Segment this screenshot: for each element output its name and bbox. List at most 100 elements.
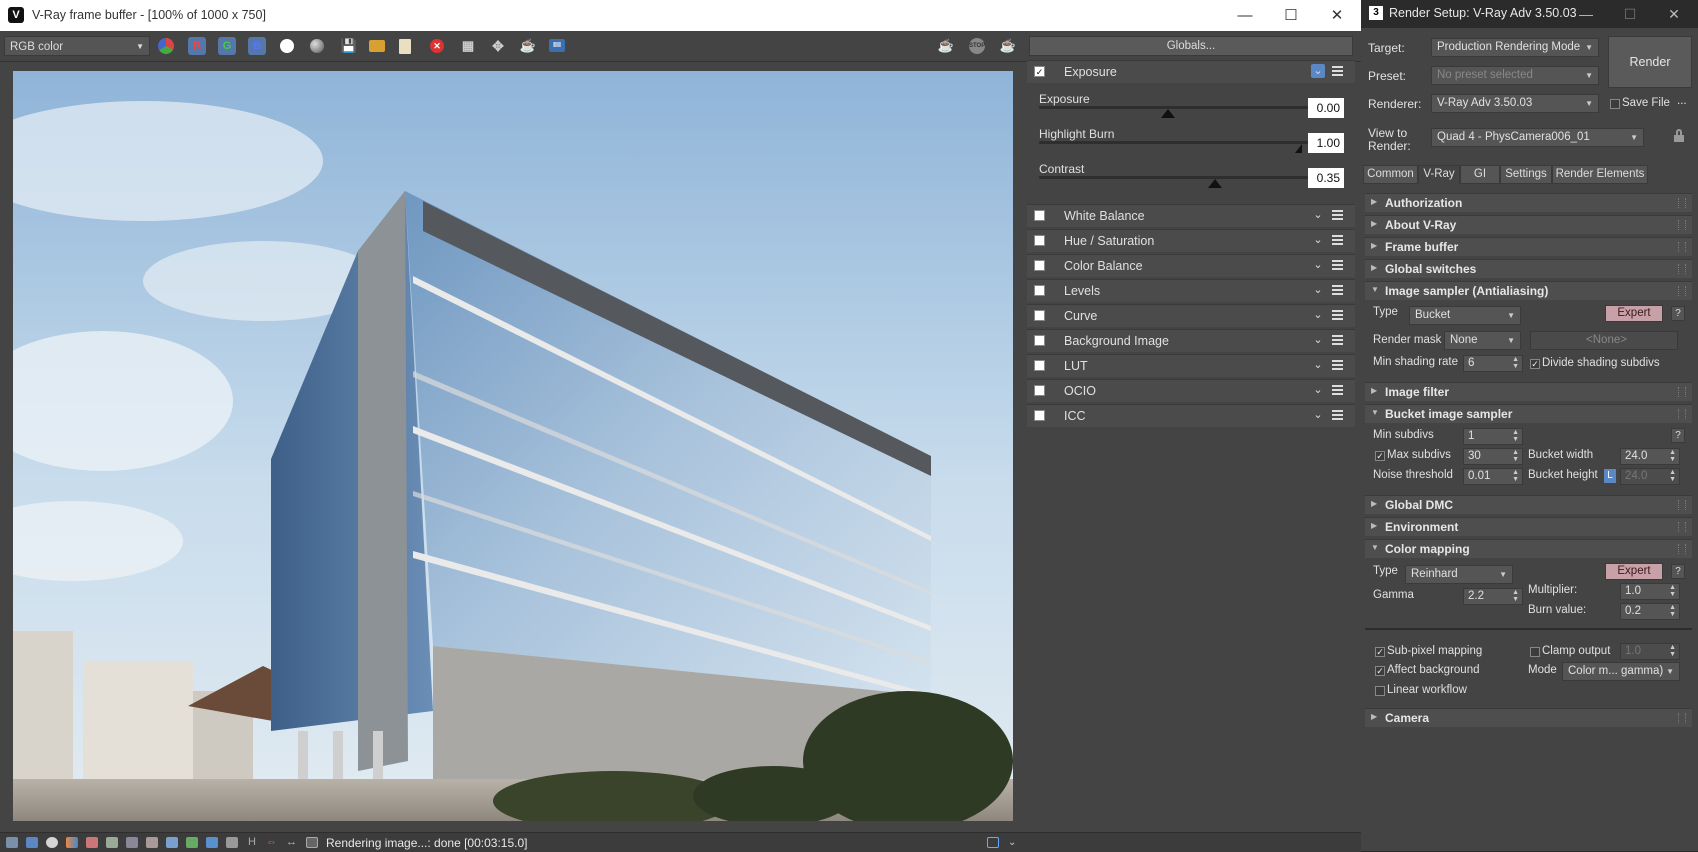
clipboard-icon[interactable] xyxy=(399,39,411,54)
mode-select[interactable]: Color m... gamma) ▼ xyxy=(1562,662,1680,681)
menu-icon[interactable] xyxy=(1332,260,1343,271)
correction-item[interactable]: White Balance ⌄ xyxy=(1027,204,1355,227)
cmap-type-select[interactable]: Reinhard ▼ xyxy=(1405,565,1513,584)
ab-compare-icon[interactable] xyxy=(186,837,198,848)
menu-icon[interactable] xyxy=(1332,210,1343,221)
exposure-value[interactable]: 0.00 xyxy=(1308,98,1344,118)
expand-icon[interactable]: ⌄ xyxy=(1311,358,1325,372)
red-channel-button[interactable]: R xyxy=(188,37,206,55)
expand-icon[interactable]: ⌄ xyxy=(1311,333,1325,347)
menu-icon[interactable] xyxy=(1332,385,1343,396)
correction-item[interactable]: Levels ⌄ xyxy=(1027,279,1355,302)
correction-item[interactable]: ICC ⌄ xyxy=(1027,404,1355,427)
menu-icon[interactable] xyxy=(1332,235,1343,246)
max-subdivs-spinner[interactable]: 30 ▲ ▼ xyxy=(1463,448,1523,465)
close-icon[interactable]: ✕ xyxy=(1314,0,1360,31)
lock-icon[interactable] xyxy=(1674,129,1684,142)
clamp-value-spinner[interactable]: 1.0 ▲ ▼ xyxy=(1620,643,1680,660)
exposure-header[interactable]: ✓ Exposure ⌄ xyxy=(1027,60,1355,83)
compare-icon[interactable] xyxy=(166,837,178,848)
contrast-slider-thumb[interactable] xyxy=(1208,179,1222,188)
collapse-icon[interactable]: ⌄ xyxy=(1311,64,1325,78)
max-subdivs-checkbox[interactable]: ✓ xyxy=(1375,451,1385,461)
render-button[interactable]: Render xyxy=(1608,36,1692,88)
target-select[interactable]: Production Rendering Mode ▼ xyxy=(1431,38,1599,57)
correction-item[interactable]: Color Balance ⌄ xyxy=(1027,254,1355,277)
clamp-output-checkbox[interactable] xyxy=(1530,647,1540,657)
multiplier-spinner[interactable]: 1.0 ▲ ▼ xyxy=(1620,583,1680,600)
sampler-type-select[interactable]: Bucket ▼ xyxy=(1409,306,1521,325)
burn-value-spinner[interactable]: 0.2 ▲ ▼ xyxy=(1620,603,1680,620)
menu-icon[interactable] xyxy=(1332,310,1343,321)
pixel-info-icon[interactable] xyxy=(146,837,158,848)
cmap-help-button[interactable]: ? xyxy=(1671,564,1685,579)
affect-background-checkbox[interactable]: ✓ xyxy=(1375,666,1385,676)
stamp-icon[interactable] xyxy=(46,837,58,848)
lut-icon[interactable] xyxy=(226,837,238,848)
render-last-icon[interactable]: ☕ xyxy=(999,37,1017,55)
expand-icon[interactable]: ⌄ xyxy=(1311,308,1325,322)
rollout-image-filter[interactable]: ▶ Image filter xyxy=(1365,382,1692,401)
track-mouse-icon[interactable]: ▦ xyxy=(459,37,477,55)
tab-vray[interactable]: V-Ray xyxy=(1418,165,1460,184)
globals-button[interactable]: Globals... xyxy=(1029,36,1353,56)
min-shading-rate-spinner[interactable]: 6 ▲ ▼ xyxy=(1463,355,1523,372)
maximize-icon[interactable]: ☐ xyxy=(1268,0,1314,31)
exposure-slider-thumb[interactable] xyxy=(1161,109,1175,118)
menu-icon[interactable] xyxy=(1332,335,1343,346)
rollout-image-sampler[interactable]: ▼ Image sampler (Antialiasing) xyxy=(1365,281,1692,300)
linear-workflow-checkbox[interactable] xyxy=(1375,686,1385,696)
ocio-icon[interactable]: ↔ xyxy=(286,837,298,848)
vfb-history-icon[interactable]: IIII xyxy=(549,39,565,52)
h-flip-icon[interactable]: H xyxy=(248,837,260,848)
levels-icon[interactable] xyxy=(86,837,98,848)
rollout-authorization[interactable]: ▶ Authorization xyxy=(1365,193,1692,212)
highlight-burn-slider-thumb[interactable] xyxy=(1295,144,1302,153)
expand-icon[interactable]: ⌄ xyxy=(1311,258,1325,272)
correction-checkbox[interactable] xyxy=(1034,360,1045,371)
noise-threshold-spinner[interactable]: 0.01 ▲ ▼ xyxy=(1463,468,1523,485)
exposure-slider[interactable] xyxy=(1039,106,1329,109)
tab-common[interactable]: Common xyxy=(1363,165,1418,184)
correction-item[interactable]: Background Image ⌄ xyxy=(1027,329,1355,352)
curve-icon[interactable] xyxy=(106,837,118,848)
expand-icon[interactable]: ⌄ xyxy=(1311,383,1325,397)
renderer-select[interactable]: V-Ray Adv 3.50.03 ▼ xyxy=(1431,94,1599,113)
rollout-camera[interactable]: ▶ Camera xyxy=(1365,708,1692,727)
tab-render-elements[interactable]: Render Elements xyxy=(1552,165,1648,184)
minimize-icon[interactable]: — xyxy=(1564,0,1608,28)
expand-icon[interactable]: ⌄ xyxy=(1311,208,1325,222)
correction-checkbox[interactable] xyxy=(1034,410,1045,421)
tab-settings[interactable]: Settings xyxy=(1500,165,1552,184)
maximize-icon[interactable]: ☐ xyxy=(1608,0,1652,28)
blue-channel-button[interactable]: B xyxy=(248,37,266,55)
menu-icon[interactable] xyxy=(1332,410,1343,421)
correction-item[interactable]: Hue / Saturation ⌄ xyxy=(1027,229,1355,252)
rollout-frame-buffer[interactable]: ▶ Frame buffer xyxy=(1365,237,1692,256)
expand-icon[interactable]: ⌄ xyxy=(1311,283,1325,297)
more-button[interactable]: ... xyxy=(1677,95,1687,107)
chevron-double-down-icon[interactable]: ⌄ xyxy=(1008,837,1020,848)
load-image-icon[interactable] xyxy=(369,40,385,52)
menu-icon[interactable] xyxy=(1332,285,1343,296)
menu-icon[interactable] xyxy=(1332,360,1343,371)
cmap-expert-button[interactable]: Expert xyxy=(1605,563,1663,580)
contrast-slider[interactable] xyxy=(1039,176,1329,179)
teapot-render-icon[interactable]: ☕ xyxy=(519,37,537,55)
correction-item[interactable]: LUT ⌄ xyxy=(1027,354,1355,377)
close-icon[interactable]: ✕ xyxy=(1652,0,1696,28)
toggle-panel-icon[interactable] xyxy=(987,837,999,848)
min-subdivs-spinner[interactable]: 1 ▲ ▼ xyxy=(1463,428,1523,445)
srgb-icon[interactable] xyxy=(206,837,218,848)
subpixel-checkbox[interactable]: ✓ xyxy=(1375,647,1385,657)
correction-checkbox[interactable] xyxy=(1034,210,1045,221)
correction-checkbox[interactable] xyxy=(1034,260,1045,271)
bucket-help-button[interactable]: ? xyxy=(1671,428,1685,443)
save-file-checkbox[interactable] xyxy=(1610,99,1620,109)
preset-select[interactable]: No preset selected ▼ xyxy=(1431,66,1599,85)
render-mask-object-button[interactable]: <None> xyxy=(1530,331,1678,350)
expand-icon[interactable]: ⌄ xyxy=(1311,408,1325,422)
correction-checkbox[interactable] xyxy=(1034,235,1045,246)
clear-image-icon[interactable]: ✕ xyxy=(430,39,444,53)
menu-icon[interactable] xyxy=(1332,66,1343,77)
